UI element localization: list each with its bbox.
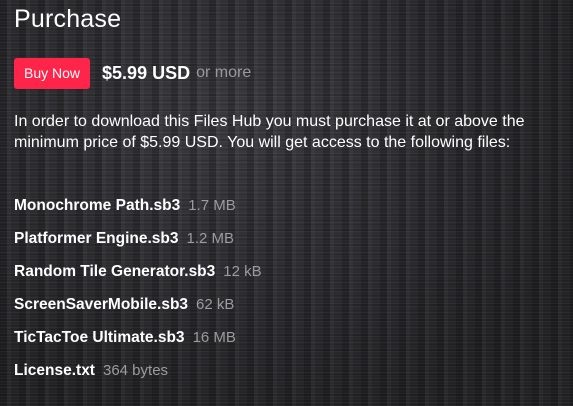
file-name: Random Tile Generator.sb3: [14, 262, 216, 280]
file-name: License.txt: [14, 361, 95, 379]
file-item: Monochrome Path.sb3 1.7 MB: [14, 189, 262, 222]
purchase-description: In order to download this Files Hub you …: [14, 113, 525, 151]
file-name: TicTacToe Ultimate.sb3: [14, 328, 185, 346]
file-name: Platformer Engine.sb3: [14, 229, 179, 247]
buy-row: Buy Now $5.99 USD or more: [14, 57, 251, 89]
file-name: ScreenSaverMobile.sb3: [14, 295, 189, 313]
file-item: Platformer Engine.sb3 1.2 MB: [14, 222, 262, 255]
file-name: Monochrome Path.sb3: [14, 196, 181, 214]
file-item: License.txt 364 bytes: [14, 354, 262, 387]
file-list: Monochrome Path.sb3 1.7 MB Platformer En…: [14, 189, 262, 387]
purchase-panel: Purchase Buy Now $5.99 USD or more In or…: [0, 0, 573, 406]
file-size: 12 kB: [223, 263, 262, 280]
purchase-title: Purchase: [14, 5, 122, 33]
buy-now-button[interactable]: Buy Now: [14, 57, 91, 89]
price-suffix: or more: [196, 64, 252, 81]
file-size: 364 bytes: [102, 362, 169, 379]
price-label: $5.99 USD: [102, 62, 191, 83]
file-item: Random Tile Generator.sb3 12 kB: [14, 255, 262, 288]
file-item: TicTacToe Ultimate.sb3 16 MB: [14, 321, 262, 354]
file-size: 1.2 MB: [186, 230, 235, 247]
file-size: 16 MB: [192, 329, 236, 346]
file-size: 1.7 MB: [188, 197, 236, 214]
file-item: ScreenSaverMobile.sb3 62 kB: [14, 288, 262, 321]
file-size: 62 kB: [196, 296, 235, 313]
